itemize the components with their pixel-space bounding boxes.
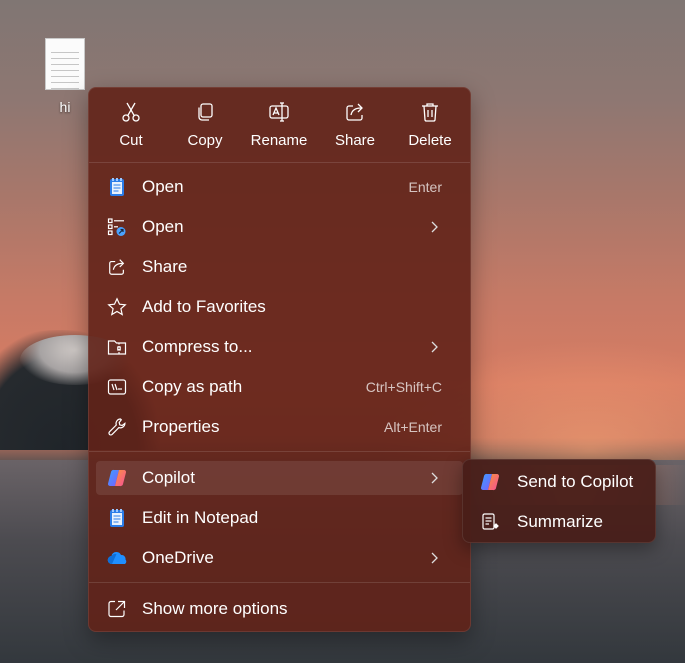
share-icon (346, 103, 363, 121)
menu-item-copilot[interactable]: Copilot (96, 461, 463, 495)
copy-icon (198, 103, 213, 121)
share-label: Share (334, 132, 376, 149)
chevron-right-icon (431, 472, 438, 484)
delete-button[interactable]: Delete (394, 98, 466, 156)
menu-item-label: Open (142, 177, 184, 196)
open-with-icon (107, 218, 126, 236)
onedrive-cloud-icon (107, 551, 127, 565)
submenu-item-label: Summarize (517, 512, 603, 531)
menu-item-add-to-favorites[interactable]: Add to Favorites (96, 290, 463, 324)
share-button[interactable]: Share (319, 98, 391, 156)
chevron-right-icon (431, 341, 438, 353)
rename-icon (269, 102, 289, 122)
menu-item-label: Show more options (142, 599, 288, 618)
menu-item-onedrive[interactable]: OneDrive (96, 541, 463, 575)
chevron-right-icon (431, 552, 438, 564)
separator (89, 162, 470, 163)
copy-path-icon (107, 379, 127, 395)
context-menu: Cut Copy Rename Share Delete Open Enter … (88, 87, 471, 632)
trash-icon (422, 103, 438, 122)
menu-item-edit-in-notepad[interactable]: Edit in Notepad (96, 501, 463, 535)
menu-item-label: Copilot (142, 468, 195, 487)
menu-item-properties[interactable]: Properties Alt+Enter (96, 410, 463, 444)
menu-item-label: Properties (142, 417, 220, 436)
menu-item-copy-as-path[interactable]: Copy as path Ctrl+Shift+C (96, 370, 463, 404)
rename-button[interactable]: Rename (243, 98, 315, 156)
desktop-file-icon[interactable] (44, 38, 86, 92)
cut-button[interactable]: Cut (95, 98, 167, 156)
menu-item-shortcut: Alt+Enter (384, 419, 442, 435)
text-file-icon (45, 38, 85, 90)
menu-item-compress-to[interactable]: Compress to... (96, 330, 463, 364)
summarize-icon (482, 513, 499, 530)
context-menu-action-bar: Cut Copy Rename Share Delete (89, 88, 470, 162)
menu-item-open-with[interactable]: Open (96, 210, 463, 244)
menu-item-show-more-options[interactable]: Show more options (96, 592, 463, 626)
menu-item-share[interactable]: Share (96, 250, 463, 284)
separator (89, 582, 470, 583)
cut-label: Cut (119, 132, 143, 149)
menu-item-open[interactable]: Open Enter (96, 170, 463, 204)
rename-label: Rename (250, 132, 308, 149)
copy-label: Copy (187, 132, 223, 149)
separator (89, 451, 470, 452)
chevron-right-icon (431, 221, 438, 233)
menu-item-label: Copy as path (142, 377, 243, 396)
copilot-submenu: Send to Copilot Summarize (462, 459, 656, 543)
notepad-icon (110, 509, 124, 527)
copilot-icon (480, 473, 500, 491)
desktop-file-label[interactable]: hi (44, 99, 86, 115)
copy-button[interactable]: Copy (169, 98, 241, 156)
expand-icon (108, 600, 126, 618)
star-icon (107, 297, 127, 316)
menu-item-label: Add to Favorites (142, 297, 266, 316)
submenu-item-label: Send to Copilot (517, 472, 634, 491)
menu-item-label: OneDrive (142, 548, 214, 567)
copilot-icon (107, 469, 127, 487)
notepad-icon (110, 178, 124, 196)
zip-folder-icon (107, 340, 127, 355)
share-icon (109, 259, 125, 275)
submenu-item-summarize[interactable]: Summarize (468, 505, 650, 539)
submenu-item-send-to-copilot[interactable]: Send to Copilot (468, 465, 650, 499)
menu-item-shortcut: Enter (408, 179, 442, 195)
menu-item-label: Edit in Notepad (142, 508, 259, 527)
wrench-icon (108, 418, 126, 436)
menu-item-label: Open (142, 217, 184, 236)
menu-item-shortcut: Ctrl+Shift+C (365, 379, 442, 395)
delete-label: Delete (408, 132, 452, 149)
menu-item-label: Compress to... (142, 337, 253, 356)
scissors-icon (122, 102, 140, 122)
menu-item-label: Share (142, 257, 188, 276)
